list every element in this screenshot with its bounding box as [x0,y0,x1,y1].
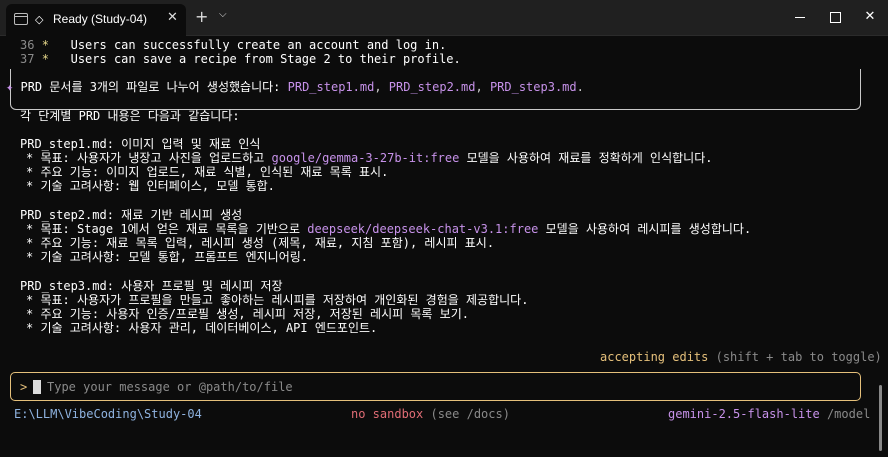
response-summary: 각 단계별 PRD 내용은 다음과 같습니다: [20,109,240,123]
scrollbar[interactable] [879,385,882,451]
terminal-output: 36 * Users can successfully create an ac… [0,37,888,457]
terminal-tab[interactable]: ◇ Ready (Study-04) ✕ [6,4,186,36]
input-placeholder: Type your message or @path/to/file [47,380,293,394]
chevron-down-icon[interactable]: ⌵ [219,9,227,20]
close-window-button[interactable]: ✕ [852,4,888,30]
working-directory: E:\LLM\VibeCoding\Study-04 [14,407,202,421]
response-intro: ✦ PRD 문서를 3개의 파일로 나누어 생성했습니다: PRD_step1.… [6,80,584,94]
scrollback-line: 36 * Users can successfully create an ac… [20,38,447,52]
step-goal: * 목표: Stage 1에서 얻은 재료 목록을 기반으로 deepseek/… [26,222,752,236]
tab-title: Ready (Study-04) [53,12,148,26]
tab-close-icon[interactable]: ✕ [167,10,178,25]
new-tab-icon[interactable]: + [195,7,208,26]
status-diamond-icon: ◇ [35,13,44,26]
title-bar: ◇ Ready (Study-04) ✕ + ⌵ ✕ [0,0,888,36]
step-tech: * 기술 고려사항: 웹 인터페이스, 모델 통합. [26,179,275,193]
prompt-glyph: > [20,380,28,394]
step-tech: * 기술 고려사항: 모델 통합, 프롬프트 엔지니어링. [26,250,309,264]
sparkle-icon: ✦ [6,80,14,94]
maximize-button[interactable] [817,4,853,30]
step-features: * 주요 기능: 사용자 인증/프로필 생성, 레시피 저장, 저장된 레시피 … [26,307,469,321]
step-features: * 주요 기능: 재료 목록 입력, 레시피 생성 (제목, 재료, 지침 포함… [26,236,495,250]
step-goal: * 목표: 사용자가 냉장고 사진을 업로드하고 google/gemma-3-… [26,151,713,165]
step-heading: PRD_step3.md: 사용자 프로필 및 레시피 저장 [20,279,283,293]
text-cursor [33,380,41,394]
step-heading: PRD_step1.md: 이미지 입력 및 재료 인식 [20,137,261,151]
sandbox-status: no sandbox (see /docs) [351,407,510,421]
scrollback-line: 37 * Users can save a recipe from Stage … [20,52,461,66]
edit-mode-status: accepting edits (shift + tab to toggle) [600,350,882,364]
model-indicator: gemini-2.5-flash-lite /model [668,407,871,421]
minimize-button[interactable] [782,4,818,30]
step-tech: * 기술 고려사항: 사용자 관리, 데이터베이스, API 엔드포인트. [26,321,378,335]
step-heading: PRD_step2.md: 재료 기반 레시피 생성 [20,208,243,222]
message-input[interactable]: > Type your message or @path/to/file [10,372,861,401]
terminal-icon [14,13,28,25]
step-features: * 주요 기능: 이미지 업로드, 재료 식별, 인식된 재료 목록 표시. [26,165,389,179]
step-goal: * 목표: 사용자가 프로필을 만들고 좋아하는 레시피를 저장하여 개인화된 … [26,293,529,307]
